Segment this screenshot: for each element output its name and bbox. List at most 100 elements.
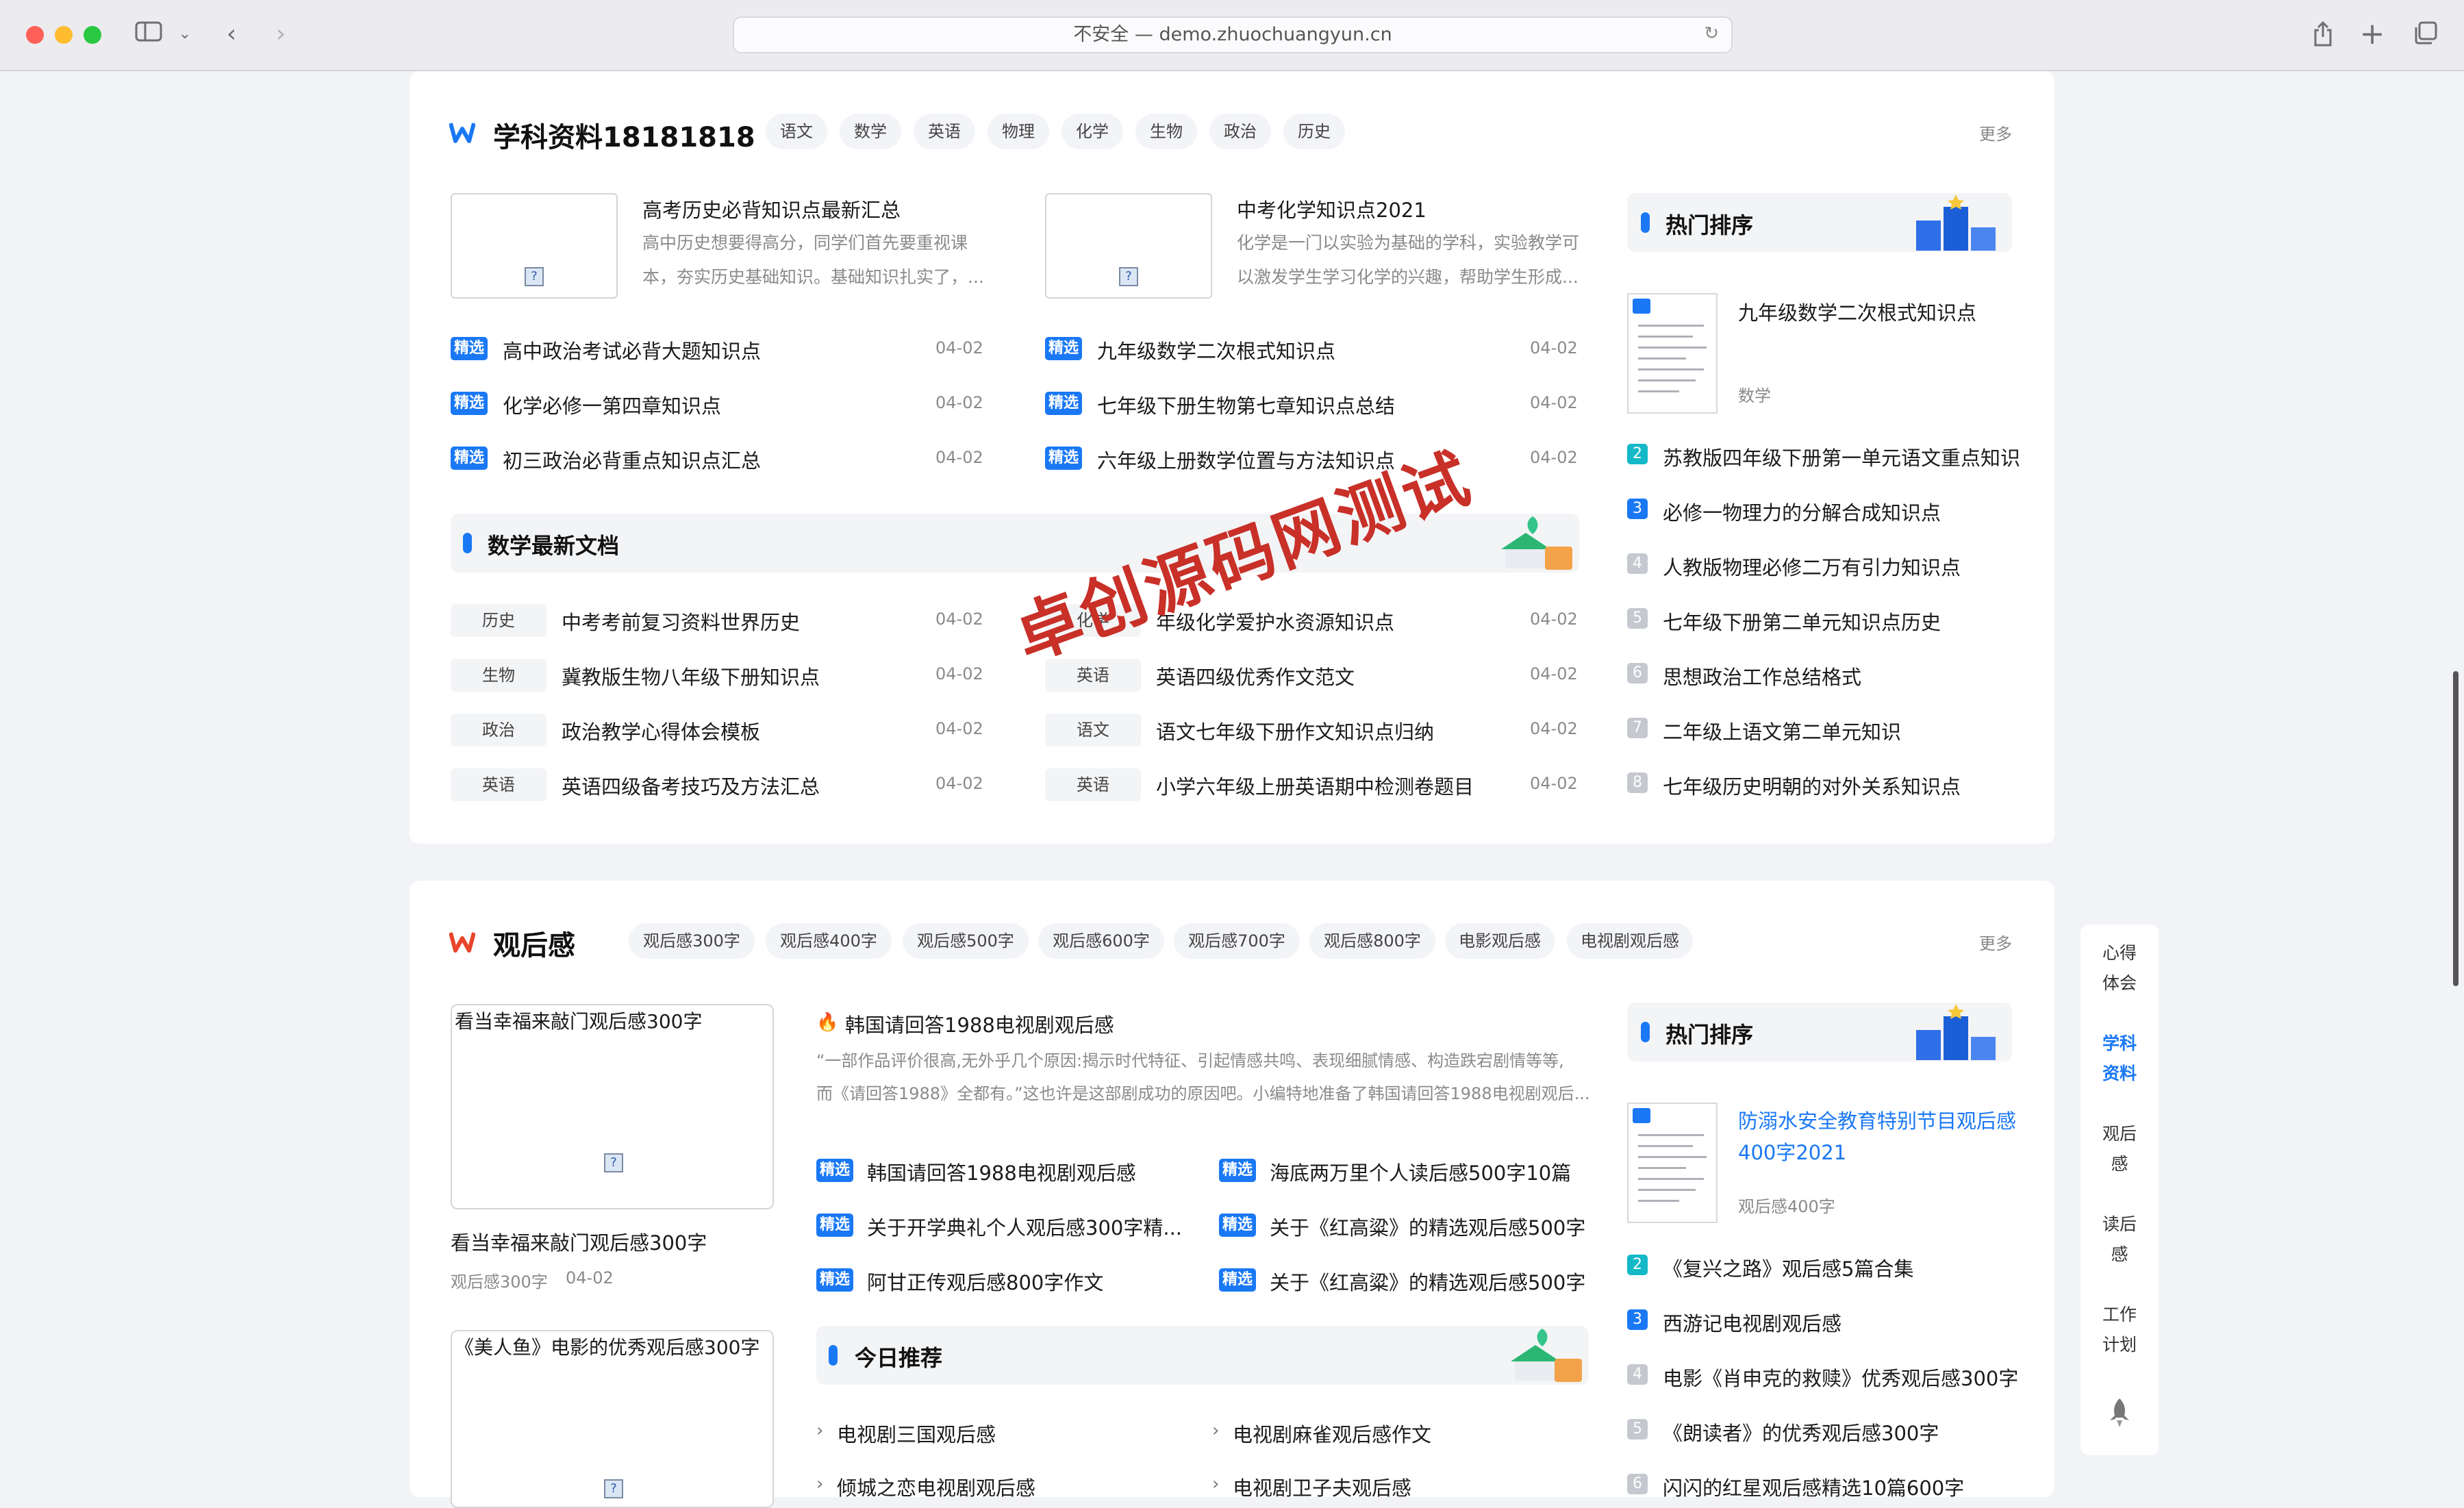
tag-math[interactable]: 数学 xyxy=(840,114,901,149)
list-item[interactable]: 政治教学心得体会模板 xyxy=(562,716,760,745)
tag-700[interactable]: 观后感700字 xyxy=(1174,923,1300,959)
subject-section: 学科资料18181818 语文 数学 英语 物理 化学 生物 政治 历史 更多 … xyxy=(410,71,2054,844)
tab-overview-icon[interactable] xyxy=(2412,21,2439,51)
hot-top-title-line2[interactable]: 400字2021 xyxy=(1738,1137,1846,1166)
list-item[interactable]: 初三政治必背重点知识点汇总 xyxy=(503,445,761,474)
side-nav-gongzuo[interactable]: 工作 计划 xyxy=(2080,1300,2159,1360)
document-thumbnail[interactable] xyxy=(1627,1103,1718,1223)
item-date: 04-02 xyxy=(935,664,983,683)
hot-item[interactable]: 西游记电视剧观后感 xyxy=(1663,1308,1841,1337)
item-date: 04-02 xyxy=(1530,393,1578,412)
tag-400[interactable]: 观后感400字 xyxy=(766,923,892,959)
tag-tv[interactable]: 电视剧观后感 xyxy=(1567,923,1693,959)
hot-item[interactable]: 人教版物理必修二万有引力知识点 xyxy=(1663,552,1961,581)
hot-top-category: 观后感400字 xyxy=(1738,1197,1835,1216)
hot-item[interactable]: 七年级历史明朝的对外关系知识点 xyxy=(1663,771,1961,800)
article-thumbnail[interactable]: ? xyxy=(1045,193,1212,299)
tag-chemistry[interactable]: 化学 xyxy=(1061,114,1123,149)
chevron-down-icon[interactable]: ⌄ xyxy=(177,21,193,48)
list-item[interactable]: 关于《红高粱》的精选观后感500字 xyxy=(1270,1267,1585,1296)
more-link[interactable]: 更多 xyxy=(1979,121,2012,144)
tag-yuwen[interactable]: 语文 xyxy=(766,114,827,149)
review-section: 观后感 观后感300字 观后感400字 观后感500字 观后感600字 观后感7… xyxy=(410,881,2054,1508)
rocket-back-to-top-icon[interactable] xyxy=(2107,1397,2133,1429)
tag-movie[interactable]: 电影观后感 xyxy=(1445,923,1555,959)
bar-chart-illustration-icon xyxy=(1916,1004,1996,1060)
list-item[interactable]: 电视剧麻雀观后感作文 xyxy=(1233,1419,1431,1448)
list-item[interactable]: 关于开学典礼个人观后感300字精... xyxy=(867,1212,1182,1241)
article-thumbnail[interactable]: ? xyxy=(451,193,618,299)
tag-300[interactable]: 观后感300字 xyxy=(629,923,755,959)
reload-icon[interactable]: ↻ xyxy=(1704,23,1719,44)
minimize-window-button[interactable] xyxy=(55,26,73,44)
hot-item[interactable]: 二年级上语文第二单元知识 xyxy=(1663,716,1901,745)
share-icon[interactable] xyxy=(2309,21,2337,53)
list-item[interactable]: 英语四级备考技巧及方法汇总 xyxy=(562,771,820,800)
back-button[interactable]: ‹ xyxy=(218,21,245,48)
zoom-window-button[interactable] xyxy=(84,26,101,44)
tag-english[interactable]: 英语 xyxy=(914,114,975,149)
list-item[interactable]: 冀教版生物八年级下册知识点 xyxy=(562,662,820,690)
category-chip[interactable]: 英语 xyxy=(1045,768,1141,801)
headline-title[interactable]: 韩国请回答1988电视剧观后感 xyxy=(845,1009,1114,1038)
list-item[interactable]: 英语四级优秀作文范文 xyxy=(1156,662,1355,690)
tag-500[interactable]: 观后感500字 xyxy=(903,923,1029,959)
list-item[interactable]: 高中政治考试必背大题知识点 xyxy=(503,336,761,364)
sidebar-toggle-icon[interactable] xyxy=(131,21,166,49)
card-title[interactable]: 看当幸福来敲门观后感300字 xyxy=(451,1227,707,1256)
category-chip[interactable]: 英语 xyxy=(451,768,546,801)
bar-title: 热门排序 xyxy=(1665,1022,1754,1048)
broken-image-icon: ? xyxy=(525,267,544,286)
hot-item[interactable]: 《朗读者》的优秀观后感300字 xyxy=(1663,1418,1939,1446)
hot-top-title[interactable]: 防溺水安全教育特别节目观后感 xyxy=(1738,1105,2016,1134)
side-nav-xueke[interactable]: 学科 资料 xyxy=(2080,1029,2159,1089)
hot-item[interactable]: 苏教版四年级下册第一单元语文重点知识 xyxy=(1663,442,2020,471)
featured-badge: 精选 xyxy=(1045,337,1082,360)
new-tab-icon[interactable]: + xyxy=(2359,19,2386,49)
list-item[interactable]: 九年级数学二次根式知识点 xyxy=(1097,336,1335,364)
category-chip[interactable]: 政治 xyxy=(451,714,546,746)
side-nav-duhou[interactable]: 读后感 xyxy=(2080,1209,2159,1270)
address-bar[interactable]: 不安全 — demo.zhuochuangyun.cn ↻ xyxy=(733,16,1733,53)
tag-biology[interactable]: 生物 xyxy=(1135,114,1197,149)
feature-title[interactable]: 中考化学知识点2021 xyxy=(1237,194,1426,223)
list-item[interactable]: 韩国请回答1988电视剧观后感 xyxy=(867,1157,1136,1186)
hot-item[interactable]: 思想政治工作总结格式 xyxy=(1663,662,1861,690)
forward-button[interactable]: › xyxy=(267,21,294,48)
hot-item[interactable]: 七年级下册第二单元知识点历史 xyxy=(1663,607,1941,636)
document-thumbnail[interactable] xyxy=(1627,293,1718,414)
category-chip[interactable]: 历史 xyxy=(451,604,546,637)
more-link[interactable]: 更多 xyxy=(1979,930,2012,954)
category-chip[interactable]: 语文 xyxy=(1045,714,1141,746)
list-item[interactable]: 阿甘正传观后感800字作文 xyxy=(867,1267,1103,1296)
tag-600[interactable]: 观后感600字 xyxy=(1038,923,1164,959)
tag-politics[interactable]: 政治 xyxy=(1209,114,1271,149)
hot-item[interactable]: 必修一物理力的分解合成知识点 xyxy=(1663,497,1941,526)
list-item[interactable]: 小学六年级上册英语期中检测卷题目 xyxy=(1156,771,1474,800)
address-text: 不安全 — demo.zhuochuangyun.cn xyxy=(1073,24,1392,45)
article-thumbnail[interactable]: 看当幸福来敲门观后感300字 ? xyxy=(451,1004,774,1209)
list-item[interactable]: 化学必修一第四章知识点 xyxy=(503,390,721,419)
tag-physics[interactable]: 物理 xyxy=(988,114,1049,149)
category-chip[interactable]: 生物 xyxy=(451,659,546,692)
list-item[interactable]: 电视剧三国观后感 xyxy=(837,1419,996,1448)
list-item[interactable]: 中考考前复习资料世界历史 xyxy=(562,607,800,636)
side-nav-guanhou[interactable]: 观后感 xyxy=(2080,1119,2159,1179)
featured-badge: 精选 xyxy=(816,1214,853,1237)
article-thumbnail[interactable]: 《美人鱼》电影的优秀观后感300字 ? xyxy=(451,1330,774,1508)
hot-item[interactable]: 电影《肖申克的救赎》优秀观后感300字 xyxy=(1663,1363,2018,1392)
rank-number: 4 xyxy=(1627,1364,1648,1385)
item-date: 04-02 xyxy=(935,393,983,412)
close-window-button[interactable] xyxy=(26,26,44,44)
hot-top-title[interactable]: 九年级数学二次根式知识点 xyxy=(1738,297,1976,326)
scrollbar[interactable] xyxy=(2453,671,2459,986)
list-item[interactable]: 语文七年级下册作文知识点归纳 xyxy=(1156,716,1434,745)
hot-item[interactable]: 《复兴之路》观后感5篇合集 xyxy=(1663,1253,1913,1282)
side-nav-xinde[interactable]: 心得 体会 xyxy=(2080,938,2159,998)
feature-title[interactable]: 高考历史必背知识点最新汇总 xyxy=(642,194,901,223)
list-item[interactable]: 七年级下册生物第七章知识点总结 xyxy=(1097,390,1395,419)
list-item[interactable]: 海底两万里个人读后感500字10篇 xyxy=(1270,1157,1571,1186)
list-item[interactable]: 关于《红高粱》的精选观后感500字 xyxy=(1270,1212,1585,1241)
tag-800[interactable]: 观后感800字 xyxy=(1309,923,1435,959)
tag-history[interactable]: 历史 xyxy=(1283,114,1345,149)
